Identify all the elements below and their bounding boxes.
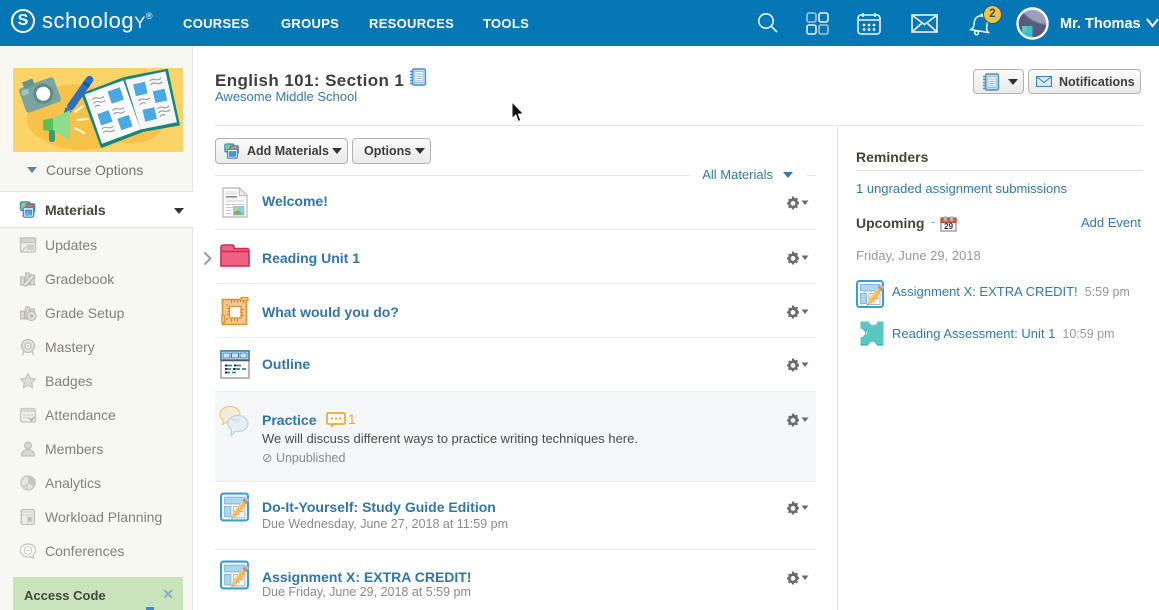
svg-text:29: 29 bbox=[944, 222, 953, 231]
